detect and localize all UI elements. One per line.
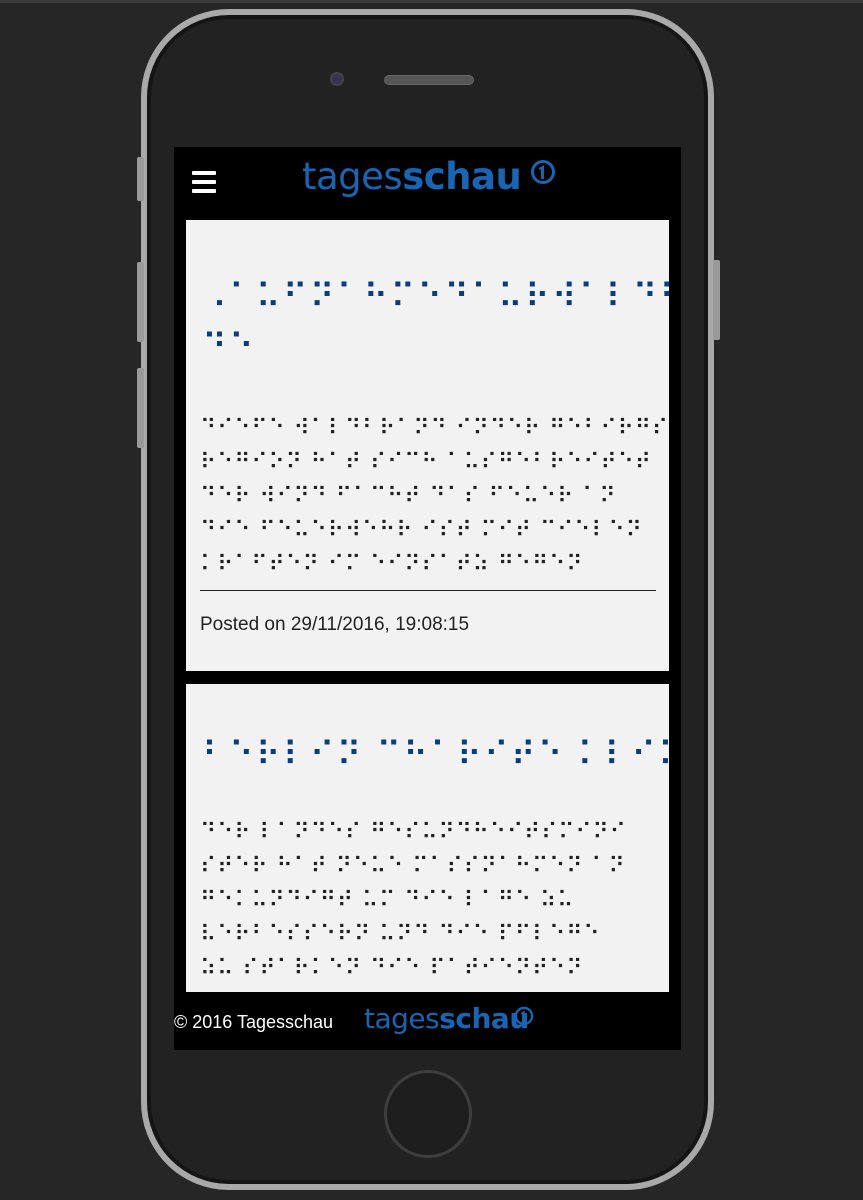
mute-switch xyxy=(137,157,144,201)
ard-one-logo-icon xyxy=(531,160,555,184)
page-footer: © 2016 Tagesschau tagesschau xyxy=(174,992,681,1050)
body-line: ⠅⠗⠁⠋⠞⠑⠝ ⠊⠍ ⠑⠊⠝⠎⠁⠞⠵ ⠛⠑⠛⠑⠝ xyxy=(200,552,584,577)
article-title[interactable]: ⠃⠑⠗⠇⠊⠝ ⠉⠓⠁⠗⠊⠞⠑ ⠅⠇⠊⠝⠊⠅ xyxy=(202,730,669,780)
footer-tagesschau-logo[interactable]: tagesschau xyxy=(364,1002,534,1035)
app-header: tagesschau xyxy=(174,147,681,219)
logo-text-light: tages xyxy=(364,1002,440,1035)
front-camera xyxy=(330,72,344,86)
volume-up-button xyxy=(137,262,144,342)
title-line: ⠙⠑ xyxy=(202,327,256,367)
article-body: ⠙⠊⠑⠋⠑ ⠺⠁⠇⠙⠃⠗⠁⠝⠙ ⠊⠝⠙⠑⠗ ⠛⠑⠃⠊⠗⠛⠎ ⠗⠑⠛⠊⠕⠝ ⠓⠁⠞… xyxy=(200,412,669,582)
volume-down-button xyxy=(137,368,144,448)
divider xyxy=(200,590,656,591)
title-line: ⠠⠁⠥⠋⠝⠁⠓⠍⠑⠙⠁⠥⠗⠺⠁⠇⠙⠃⠗⠁⠝⠙ xyxy=(202,277,669,317)
ard-one-logo-icon xyxy=(514,1006,534,1026)
tagesschau-logo[interactable]: tagesschau xyxy=(302,155,555,205)
hamburger-menu-icon[interactable] xyxy=(192,171,216,193)
body-line: ⠙⠑⠗ ⠺⠊⠝⠙ ⠋⠁⠉⠓⠞ ⠙⠁⠎ ⠋⠑⠥⠑⠗ ⠁⠝ xyxy=(200,484,617,509)
home-button[interactable] xyxy=(384,1070,472,1158)
copyright-text: © 2016 Tagesschau xyxy=(174,1012,334,1032)
body-line: ⠙⠑⠗ ⠇⠁⠝⠙⠑⠎ ⠛⠑⠎⠥⠝⠙⠓⠑⠊⠞⠎⠍⠊⠝⠊ xyxy=(200,820,627,845)
window-top-border xyxy=(0,0,863,3)
body-line: ⠙⠊⠑ ⠋⠑⠥⠑⠗⠺⠑⠓⠗ ⠊⠎⠞ ⠍⠊⠞ ⠉⠊⠑⠇⠑⠝ xyxy=(200,518,643,543)
posted-timestamp: Posted on 29/11/2016, 19:08:15 xyxy=(200,614,470,635)
title-line: ⠃⠑⠗⠇⠊⠝ ⠉⠓⠁⠗⠊⠞⠑ ⠅⠇⠊⠝⠊⠅ xyxy=(202,735,669,775)
logo-text-light: tages xyxy=(302,155,403,198)
body-line: ⠙⠊⠑⠋⠑ ⠺⠁⠇⠙⠃⠗⠁⠝⠙ ⠊⠝⠙⠑⠗ ⠛⠑⠃⠊⠗⠛⠎ xyxy=(200,416,669,441)
body-line: ⠎⠞⠑⠗ ⠓⠁⠞ ⠝⠑⠥⠑ ⠍⠁⠎⠎⠝⠁⠓⠍⠑⠝ ⠁⠝ xyxy=(200,854,626,879)
article-title[interactable]: ⠠⠁⠥⠋⠝⠁⠓⠍⠑⠙⠁⠥⠗⠺⠁⠇⠙⠃⠗⠁⠝⠙ ⠙⠑ xyxy=(202,272,669,372)
article-body: ⠙⠑⠗ ⠇⠁⠝⠙⠑⠎ ⠛⠑⠎⠥⠝⠙⠓⠑⠊⠞⠎⠍⠊⠝⠊ ⠎⠞⠑⠗ ⠓⠁⠞ ⠝⠑⠥⠑… xyxy=(200,816,627,986)
body-line: ⠛⠑⠅⠥⠝⠙⠊⠛⠞ ⠥⠍ ⠙⠊⠑ ⠇⠁⠛⠑ ⠵⠥ xyxy=(200,888,575,913)
news-card[interactable]: ⠃⠑⠗⠇⠊⠝ ⠉⠓⠁⠗⠊⠞⠑ ⠅⠇⠊⠝⠊⠅ ⠙⠑⠗ ⠇⠁⠝⠙⠑⠎ ⠛⠑⠎⠥⠝⠙⠓… xyxy=(186,684,669,992)
power-button xyxy=(713,260,720,340)
news-card[interactable]: ⠠⠁⠥⠋⠝⠁⠓⠍⠑⠙⠁⠥⠗⠺⠁⠇⠙⠃⠗⠁⠝⠙ ⠙⠑ ⠙⠊⠑⠋⠑ ⠺⠁⠇⠙⠃⠗⠁⠝… xyxy=(186,220,669,671)
body-line: ⠧⠑⠗⠃⠑⠎⠎⠑⠗⠝ ⠥⠝⠙ ⠙⠊⠑ ⠏⠋⠇⠑⠛⠑ xyxy=(200,922,601,947)
body-line: ⠵⠥ ⠎⠞⠁⠗⠅⠑⠝ ⠙⠊⠑ ⠏⠁⠞⠊⠑⠝⠞⠑⠝ xyxy=(200,956,584,981)
logo-text-bold: schau xyxy=(402,155,522,198)
phone-screen: tagesschau ⠠⠁⠥⠋⠝⠁⠓⠍⠑⠙⠁⠥⠗⠺⠁⠇⠙⠃⠗⠁⠝⠙ ⠙⠑ ⠙⠊⠑… xyxy=(174,147,681,1050)
earpiece-speaker xyxy=(384,75,474,85)
body-line: ⠗⠑⠛⠊⠕⠝ ⠓⠁⠞ ⠎⠊⠉⠓ ⠁⠥⠎⠛⠑⠃⠗⠑⠊⠞⠑⠞ xyxy=(200,450,652,475)
